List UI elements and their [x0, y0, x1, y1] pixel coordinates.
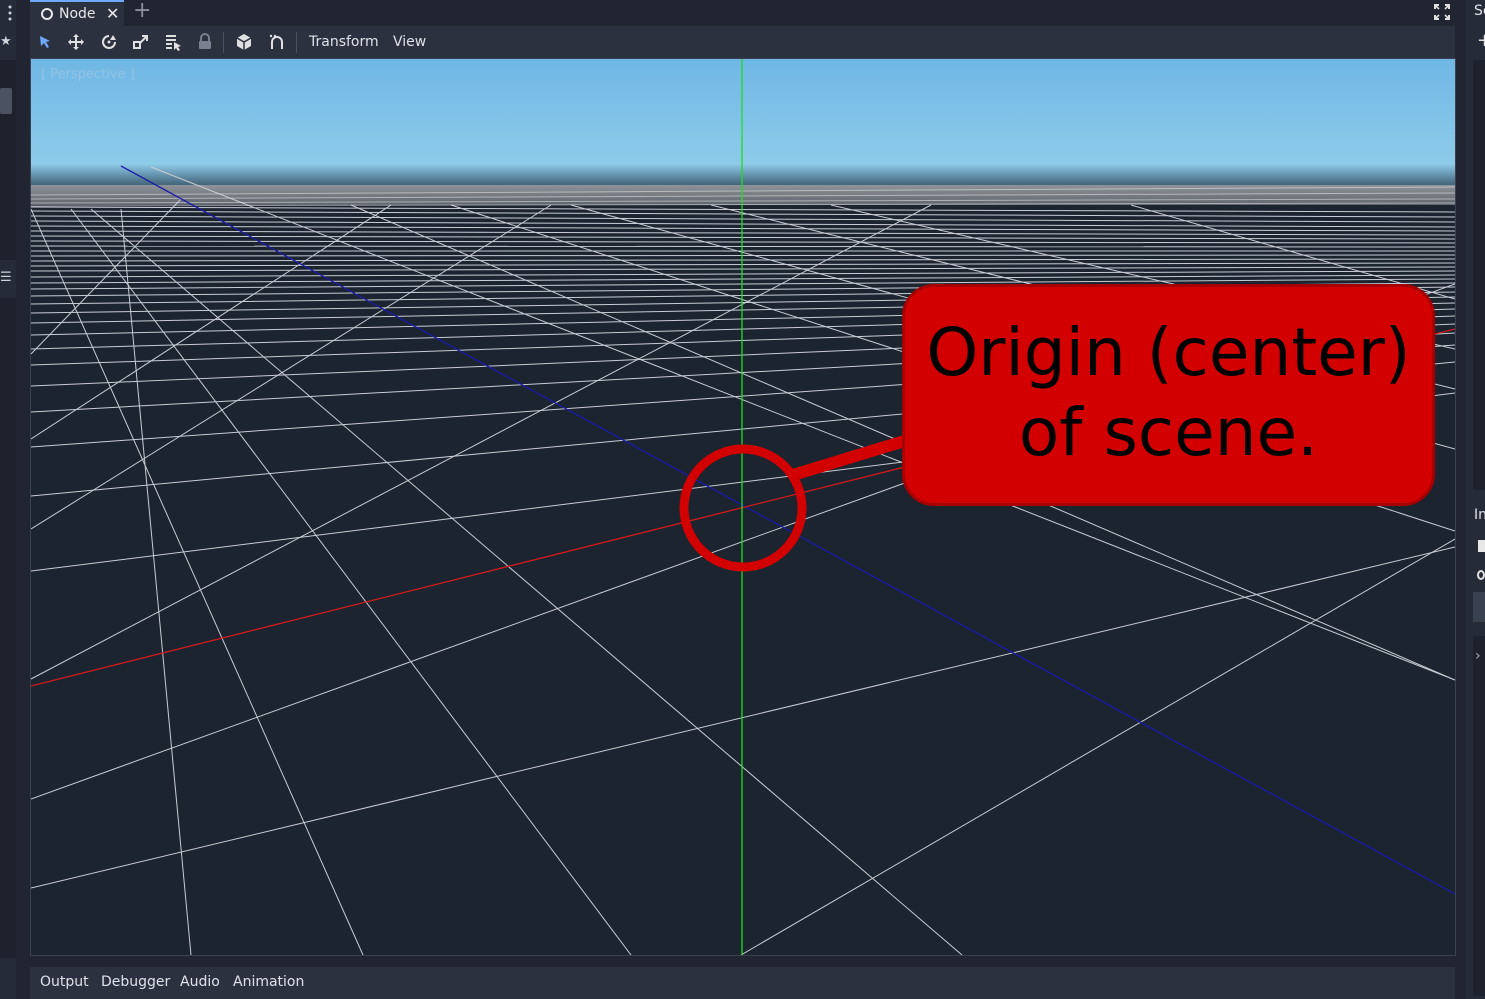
right-dock: Sc + In › — [1465, 0, 1485, 999]
close-icon[interactable]: ✕ — [106, 4, 119, 23]
scene-tree-panel — [1473, 60, 1485, 490]
select-tool-icon[interactable] — [36, 33, 54, 51]
new-resource-icon[interactable] — [1478, 540, 1485, 552]
snap-icon[interactable] — [268, 33, 286, 51]
add-tab-button[interactable]: + — [133, 0, 151, 22]
left-dock-scroll-handle[interactable] — [0, 88, 12, 114]
list-select-icon[interactable] — [164, 33, 182, 51]
toolbar-separator — [223, 32, 224, 53]
lock-icon[interactable] — [196, 33, 214, 51]
tab-debugger[interactable]: Debugger — [101, 974, 170, 990]
transform-menu-button[interactable]: Transform — [309, 34, 379, 50]
left-dock: ★ ☰ — [0, 0, 16, 999]
viewport-toolbar: Transform View — [30, 26, 1455, 59]
scale-tool-icon[interactable] — [132, 33, 150, 51]
viewport-perspective-label[interactable]: [ Perspective ] — [41, 67, 135, 82]
scene-tab-bar — [30, 0, 1455, 26]
origin-callout: Origin (center) of scene. — [902, 284, 1435, 506]
inspector-dock-tab[interactable]: In — [1474, 507, 1485, 523]
callout-line-1: Origin (center) — [926, 314, 1411, 391]
local-space-icon[interactable] — [235, 33, 253, 51]
scene-tab-node[interactable]: Node ✕ — [30, 0, 124, 26]
hamburger-menu-icon[interactable]: ☰ — [0, 270, 12, 285]
left-dock-panel-lower — [0, 298, 16, 958]
bottom-panel-tabs: Output Debugger Audio Animation — [30, 967, 1455, 999]
chevron-right-icon[interactable]: › — [1475, 648, 1481, 664]
scene-dock-tab[interactable]: Sc — [1474, 3, 1485, 19]
add-node-icon[interactable]: + — [1477, 30, 1485, 51]
3d-viewport[interactable]: [ Perspective ] Origin (center) of scene… — [30, 58, 1456, 956]
more-options-icon[interactable] — [8, 4, 12, 22]
inspector-panel — [1473, 636, 1485, 996]
distraction-free-icon[interactable] — [1434, 4, 1450, 20]
tab-animation[interactable]: Animation — [233, 974, 304, 990]
inspector-field[interactable] — [1473, 592, 1485, 622]
tab-output[interactable]: Output — [40, 974, 89, 990]
sky — [31, 59, 1455, 199]
scene-tab-label: Node — [59, 6, 96, 22]
node-circle-icon — [41, 8, 53, 20]
callout-line-2: of scene. — [1018, 394, 1319, 471]
view-menu-button[interactable]: View — [393, 34, 426, 50]
viewport-scene — [31, 59, 1455, 955]
toolbar-separator — [296, 32, 297, 53]
move-tool-icon[interactable] — [67, 33, 85, 51]
favorites-icon[interactable]: ★ — [0, 34, 12, 49]
rotate-tool-icon[interactable] — [100, 33, 118, 51]
tab-audio[interactable]: Audio — [180, 974, 220, 990]
object-icon[interactable] — [1477, 570, 1485, 580]
